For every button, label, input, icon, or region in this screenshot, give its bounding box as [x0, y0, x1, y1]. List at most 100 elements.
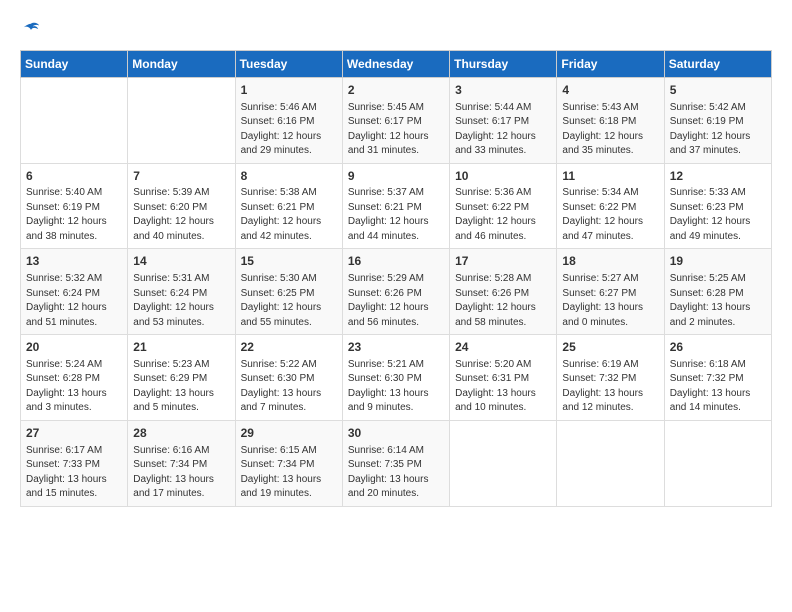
- calendar-week-row: 27 Sunrise: 6:17 AM Sunset: 7:33 PM Dayli…: [21, 420, 772, 506]
- calendar-cell: [128, 77, 235, 163]
- day-number: 25: [562, 339, 658, 356]
- calendar-cell: 14 Sunrise: 5:31 AM Sunset: 6:24 PM Dayli…: [128, 249, 235, 335]
- day-info: Sunrise: 5:29 AM Sunset: 6:26 PM Dayligh…: [348, 272, 444, 330]
- calendar-cell: 9Sunrise: 5:37 AM Sunset: 6:21 PM Daylig…: [342, 163, 449, 249]
- day-info: Sunrise: 5:40 AM Sunset: 6:19 PM Dayligh…: [26, 186, 122, 244]
- day-info: Sunrise: 6:16 AM Sunset: 7:34 PM Dayligh…: [133, 444, 229, 502]
- calendar-cell: 25 Sunrise: 6:19 AM Sunset: 7:32 PM Dayli…: [557, 335, 664, 421]
- day-info: Sunrise: 5:21 AM Sunset: 6:30 PM Dayligh…: [348, 358, 444, 416]
- day-number: 19: [670, 253, 766, 270]
- day-info: Sunrise: 5:27 AM Sunset: 6:27 PM Dayligh…: [562, 272, 658, 330]
- day-number: 9: [348, 168, 444, 185]
- day-number: 5: [670, 82, 766, 99]
- day-info: Sunrise: 5:42 AM Sunset: 6:19 PM Dayligh…: [670, 101, 766, 159]
- day-number: 21: [133, 339, 229, 356]
- day-info: Sunrise: 5:25 AM Sunset: 6:28 PM Dayligh…: [670, 272, 766, 330]
- calendar-cell: 19 Sunrise: 5:25 AM Sunset: 6:28 PM Dayli…: [664, 249, 771, 335]
- calendar-cell: [21, 77, 128, 163]
- calendar-cell: 2Sunrise: 5:45 AM Sunset: 6:17 PM Daylig…: [342, 77, 449, 163]
- day-info: Sunrise: 6:19 AM Sunset: 7:32 PM Dayligh…: [562, 358, 658, 416]
- calendar-cell: 13 Sunrise: 5:32 AM Sunset: 6:24 PM Dayli…: [21, 249, 128, 335]
- logo-bird-icon: [22, 21, 40, 39]
- calendar-cell: 4 Sunrise: 5:43 AM Sunset: 6:18 PM Daylig…: [557, 77, 664, 163]
- calendar-cell: 24 Sunrise: 5:20 AM Sunset: 6:31 PM Dayli…: [450, 335, 557, 421]
- calendar-cell: 3 Sunrise: 5:44 AM Sunset: 6:17 PM Daylig…: [450, 77, 557, 163]
- calendar-cell: 17 Sunrise: 5:28 AM Sunset: 6:26 PM Dayli…: [450, 249, 557, 335]
- day-info: Sunrise: 5:33 AM Sunset: 6:23 PM Dayligh…: [670, 186, 766, 244]
- calendar-cell: [557, 420, 664, 506]
- day-info: Sunrise: 6:17 AM Sunset: 7:33 PM Dayligh…: [26, 444, 122, 502]
- day-info: Sunrise: 5:38 AM Sunset: 6:21 PM Dayligh…: [241, 186, 337, 244]
- calendar-week-row: 20 Sunrise: 5:24 AM Sunset: 6:28 PM Dayli…: [21, 335, 772, 421]
- day-info: Sunrise: 5:24 AM Sunset: 6:28 PM Dayligh…: [26, 358, 122, 416]
- calendar-day-header: Friday: [557, 50, 664, 77]
- day-number: 17: [455, 253, 551, 270]
- day-number: 7: [133, 168, 229, 185]
- day-info: Sunrise: 5:31 AM Sunset: 6:24 PM Dayligh…: [133, 272, 229, 330]
- calendar-day-header: Saturday: [664, 50, 771, 77]
- day-info: Sunrise: 5:37 AM Sunset: 6:21 PM Dayligh…: [348, 186, 444, 244]
- day-number: 27: [26, 425, 122, 442]
- day-number: 16: [348, 253, 444, 270]
- day-info: Sunrise: 5:30 AM Sunset: 6:25 PM Dayligh…: [241, 272, 337, 330]
- calendar-cell: 22Sunrise: 5:22 AM Sunset: 6:30 PM Dayli…: [235, 335, 342, 421]
- day-number: 30: [348, 425, 444, 442]
- calendar-cell: 28 Sunrise: 6:16 AM Sunset: 7:34 PM Dayli…: [128, 420, 235, 506]
- logo: [20, 20, 40, 40]
- day-number: 18: [562, 253, 658, 270]
- calendar-cell: [664, 420, 771, 506]
- calendar-cell: 26 Sunrise: 6:18 AM Sunset: 7:32 PM Dayli…: [664, 335, 771, 421]
- calendar-cell: 12Sunrise: 5:33 AM Sunset: 6:23 PM Dayli…: [664, 163, 771, 249]
- day-number: 14: [133, 253, 229, 270]
- day-info: Sunrise: 5:36 AM Sunset: 6:22 PM Dayligh…: [455, 186, 551, 244]
- calendar-cell: 6Sunrise: 5:40 AM Sunset: 6:19 PM Daylig…: [21, 163, 128, 249]
- day-info: Sunrise: 5:43 AM Sunset: 6:18 PM Dayligh…: [562, 101, 658, 159]
- calendar-cell: 8Sunrise: 5:38 AM Sunset: 6:21 PM Daylig…: [235, 163, 342, 249]
- day-number: 1: [241, 82, 337, 99]
- day-info: Sunrise: 6:15 AM Sunset: 7:34 PM Dayligh…: [241, 444, 337, 502]
- calendar-cell: 16 Sunrise: 5:29 AM Sunset: 6:26 PM Dayli…: [342, 249, 449, 335]
- day-number: 13: [26, 253, 122, 270]
- calendar-week-row: 6Sunrise: 5:40 AM Sunset: 6:19 PM Daylig…: [21, 163, 772, 249]
- day-info: Sunrise: 6:18 AM Sunset: 7:32 PM Dayligh…: [670, 358, 766, 416]
- day-info: Sunrise: 5:39 AM Sunset: 6:20 PM Dayligh…: [133, 186, 229, 244]
- day-info: Sunrise: 5:32 AM Sunset: 6:24 PM Dayligh…: [26, 272, 122, 330]
- day-number: 3: [455, 82, 551, 99]
- page-header: [20, 20, 772, 40]
- calendar-table: SundayMondayTuesdayWednesdayThursdayFrid…: [20, 50, 772, 507]
- day-info: Sunrise: 6:14 AM Sunset: 7:35 PM Dayligh…: [348, 444, 444, 502]
- calendar-day-header: Thursday: [450, 50, 557, 77]
- calendar-cell: [450, 420, 557, 506]
- calendar-cell: 15 Sunrise: 5:30 AM Sunset: 6:25 PM Dayli…: [235, 249, 342, 335]
- day-number: 29: [241, 425, 337, 442]
- day-info: Sunrise: 5:44 AM Sunset: 6:17 PM Dayligh…: [455, 101, 551, 159]
- day-info: Sunrise: 5:20 AM Sunset: 6:31 PM Dayligh…: [455, 358, 551, 416]
- calendar-cell: 18 Sunrise: 5:27 AM Sunset: 6:27 PM Dayli…: [557, 249, 664, 335]
- day-number: 15: [241, 253, 337, 270]
- calendar-week-row: 1Sunrise: 5:46 AM Sunset: 6:16 PM Daylig…: [21, 77, 772, 163]
- calendar-day-header: Tuesday: [235, 50, 342, 77]
- calendar-day-header: Sunday: [21, 50, 128, 77]
- day-number: 26: [670, 339, 766, 356]
- calendar-day-header: Monday: [128, 50, 235, 77]
- calendar-cell: 27 Sunrise: 6:17 AM Sunset: 7:33 PM Dayli…: [21, 420, 128, 506]
- day-number: 4: [562, 82, 658, 99]
- day-number: 20: [26, 339, 122, 356]
- calendar-cell: 11Sunrise: 5:34 AM Sunset: 6:22 PM Dayli…: [557, 163, 664, 249]
- day-number: 6: [26, 168, 122, 185]
- day-info: Sunrise: 5:28 AM Sunset: 6:26 PM Dayligh…: [455, 272, 551, 330]
- calendar-cell: 29 Sunrise: 6:15 AM Sunset: 7:34 PM Dayli…: [235, 420, 342, 506]
- calendar-cell: 21Sunrise: 5:23 AM Sunset: 6:29 PM Dayli…: [128, 335, 235, 421]
- day-number: 24: [455, 339, 551, 356]
- day-number: 23: [348, 339, 444, 356]
- day-number: 8: [241, 168, 337, 185]
- calendar-cell: 7Sunrise: 5:39 AM Sunset: 6:20 PM Daylig…: [128, 163, 235, 249]
- day-number: 11: [562, 168, 658, 185]
- day-number: 28: [133, 425, 229, 442]
- calendar-cell: 5 Sunrise: 5:42 AM Sunset: 6:19 PM Daylig…: [664, 77, 771, 163]
- day-number: 2: [348, 82, 444, 99]
- calendar-week-row: 13 Sunrise: 5:32 AM Sunset: 6:24 PM Dayli…: [21, 249, 772, 335]
- calendar-cell: 30 Sunrise: 6:14 AM Sunset: 7:35 PM Dayli…: [342, 420, 449, 506]
- calendar-day-header: Wednesday: [342, 50, 449, 77]
- calendar-header-row: SundayMondayTuesdayWednesdayThursdayFrid…: [21, 50, 772, 77]
